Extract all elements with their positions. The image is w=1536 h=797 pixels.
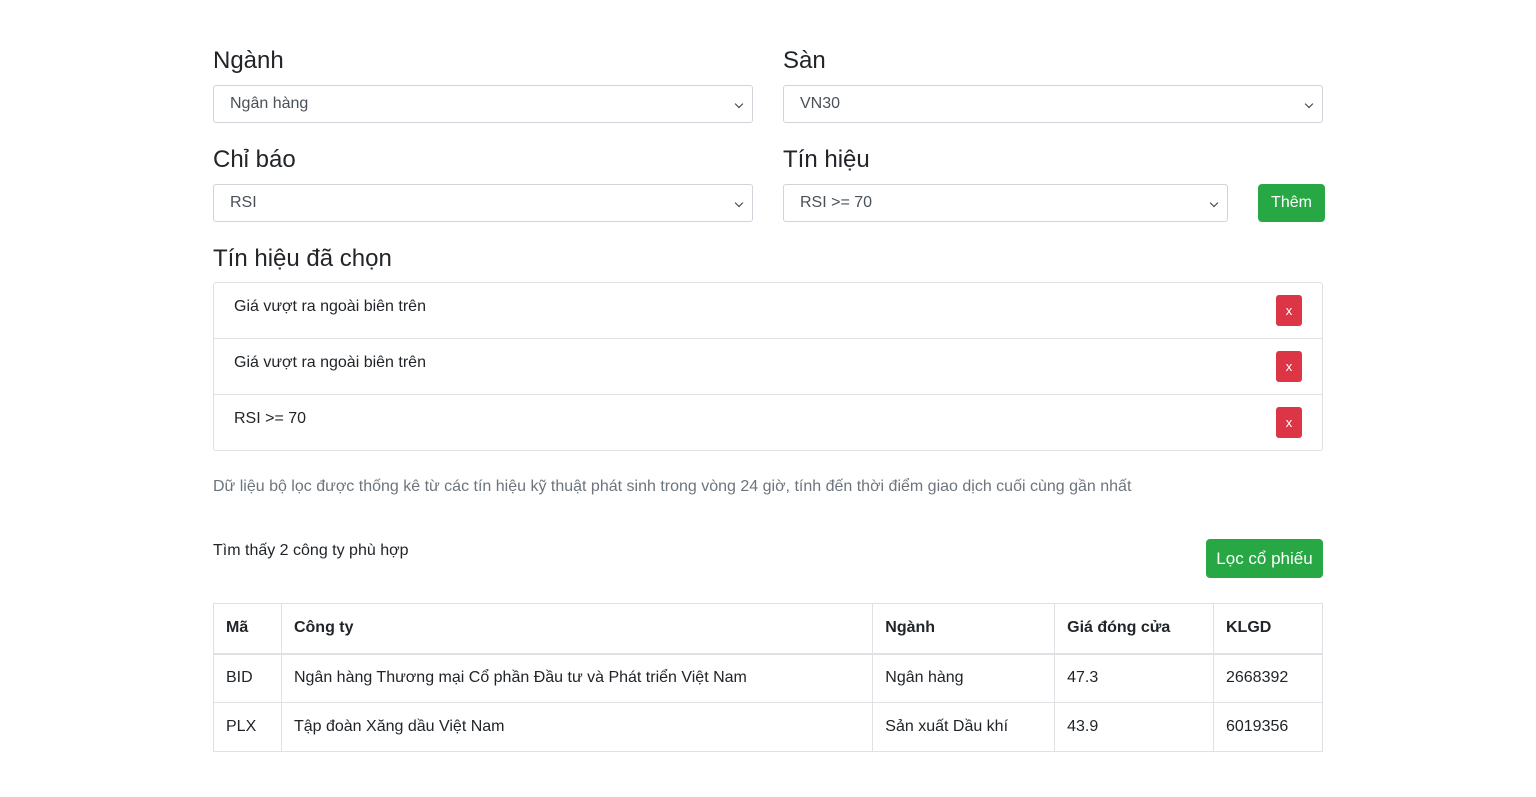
column-header-code: Mã [213, 603, 282, 655]
selected-signals-title: Tín hiệu đã chọn [213, 245, 392, 272]
signal-select[interactable]: RSI >= 70 [783, 184, 1228, 222]
chevron-down-icon [1304, 99, 1314, 109]
remove-signal-button[interactable]: x [1276, 407, 1302, 438]
results-count: Tìm thấy 2 công ty phù hợp [213, 542, 409, 559]
exchange-select[interactable]: VN30 [783, 85, 1323, 123]
signal-text: Giá vượt ra ngoài biên trên [234, 354, 426, 371]
indicator-label: Chỉ báo [213, 146, 296, 173]
filter-stocks-button[interactable]: Lọc cổ phiếu [1206, 539, 1323, 578]
data-note: Dữ liệu bộ lọc được thống kê từ các tín … [213, 478, 1132, 495]
chevron-down-icon [1209, 198, 1219, 208]
results-table: Mã Công ty Ngành Giá đóng cửa KLGD BID N… [213, 603, 1324, 752]
table-row: BID Ngân hàng Thương mại Cổ phần Đầu tư … [213, 653, 1324, 703]
column-header-close-price: Giá đóng cửa [1054, 603, 1214, 655]
cell-company: Tập đoàn Xăng dầu Việt Nam [280, 702, 874, 752]
cell-volume: 6019356 [1212, 702, 1324, 752]
list-item: Giá vượt ra ngoài biên trên x [214, 283, 1322, 339]
cell-company: Ngân hàng Thương mại Cổ phần Đầu tư và P… [280, 653, 874, 703]
table-row: PLX Tập đoàn Xăng dầu Việt Nam Sản xuất … [213, 702, 1324, 752]
cell-code: PLX [213, 702, 282, 752]
exchange-select-value: VN30 [800, 95, 841, 112]
remove-signal-button[interactable]: x [1276, 351, 1302, 382]
signal-text: Giá vượt ra ngoài biên trên [234, 298, 426, 315]
selected-signals-list: Giá vượt ra ngoài biên trên x Giá vượt r… [213, 282, 1323, 451]
cell-close-price: 47.3 [1054, 653, 1214, 703]
cell-industry: Sản xuất Dầu khí [872, 702, 1056, 752]
cell-close-price: 43.9 [1054, 702, 1214, 752]
table-header-row: Mã Công ty Ngành Giá đóng cửa KLGD [213, 603, 1324, 655]
column-header-industry: Ngành [872, 603, 1056, 655]
cell-code: BID [213, 653, 282, 703]
chevron-down-icon [734, 198, 744, 208]
list-item: Giá vượt ra ngoài biên trên x [214, 339, 1322, 395]
cell-industry: Ngân hàng [872, 653, 1056, 703]
industry-label: Ngành [213, 47, 284, 74]
exchange-label: Sàn [783, 47, 826, 74]
column-header-volume: KLGD [1212, 603, 1324, 655]
chevron-down-icon [734, 99, 744, 109]
industry-select[interactable]: Ngân hàng [213, 85, 753, 123]
add-signal-button[interactable]: Thêm [1258, 184, 1325, 222]
column-header-company: Công ty [280, 603, 874, 655]
stock-screener: Ngành Ngân hàng Sàn VN30 Chỉ báo RSI Tín… [0, 0, 1536, 797]
list-item: RSI >= 70 x [214, 395, 1322, 450]
industry-select-value: Ngân hàng [230, 95, 309, 112]
remove-signal-button[interactable]: x [1276, 295, 1302, 326]
signal-select-value: RSI >= 70 [800, 194, 873, 211]
cell-volume: 2668392 [1212, 653, 1324, 703]
signal-label: Tín hiệu [783, 146, 870, 173]
indicator-select-value: RSI [230, 194, 257, 211]
signal-text: RSI >= 70 [234, 410, 307, 427]
indicator-select[interactable]: RSI [213, 184, 753, 222]
